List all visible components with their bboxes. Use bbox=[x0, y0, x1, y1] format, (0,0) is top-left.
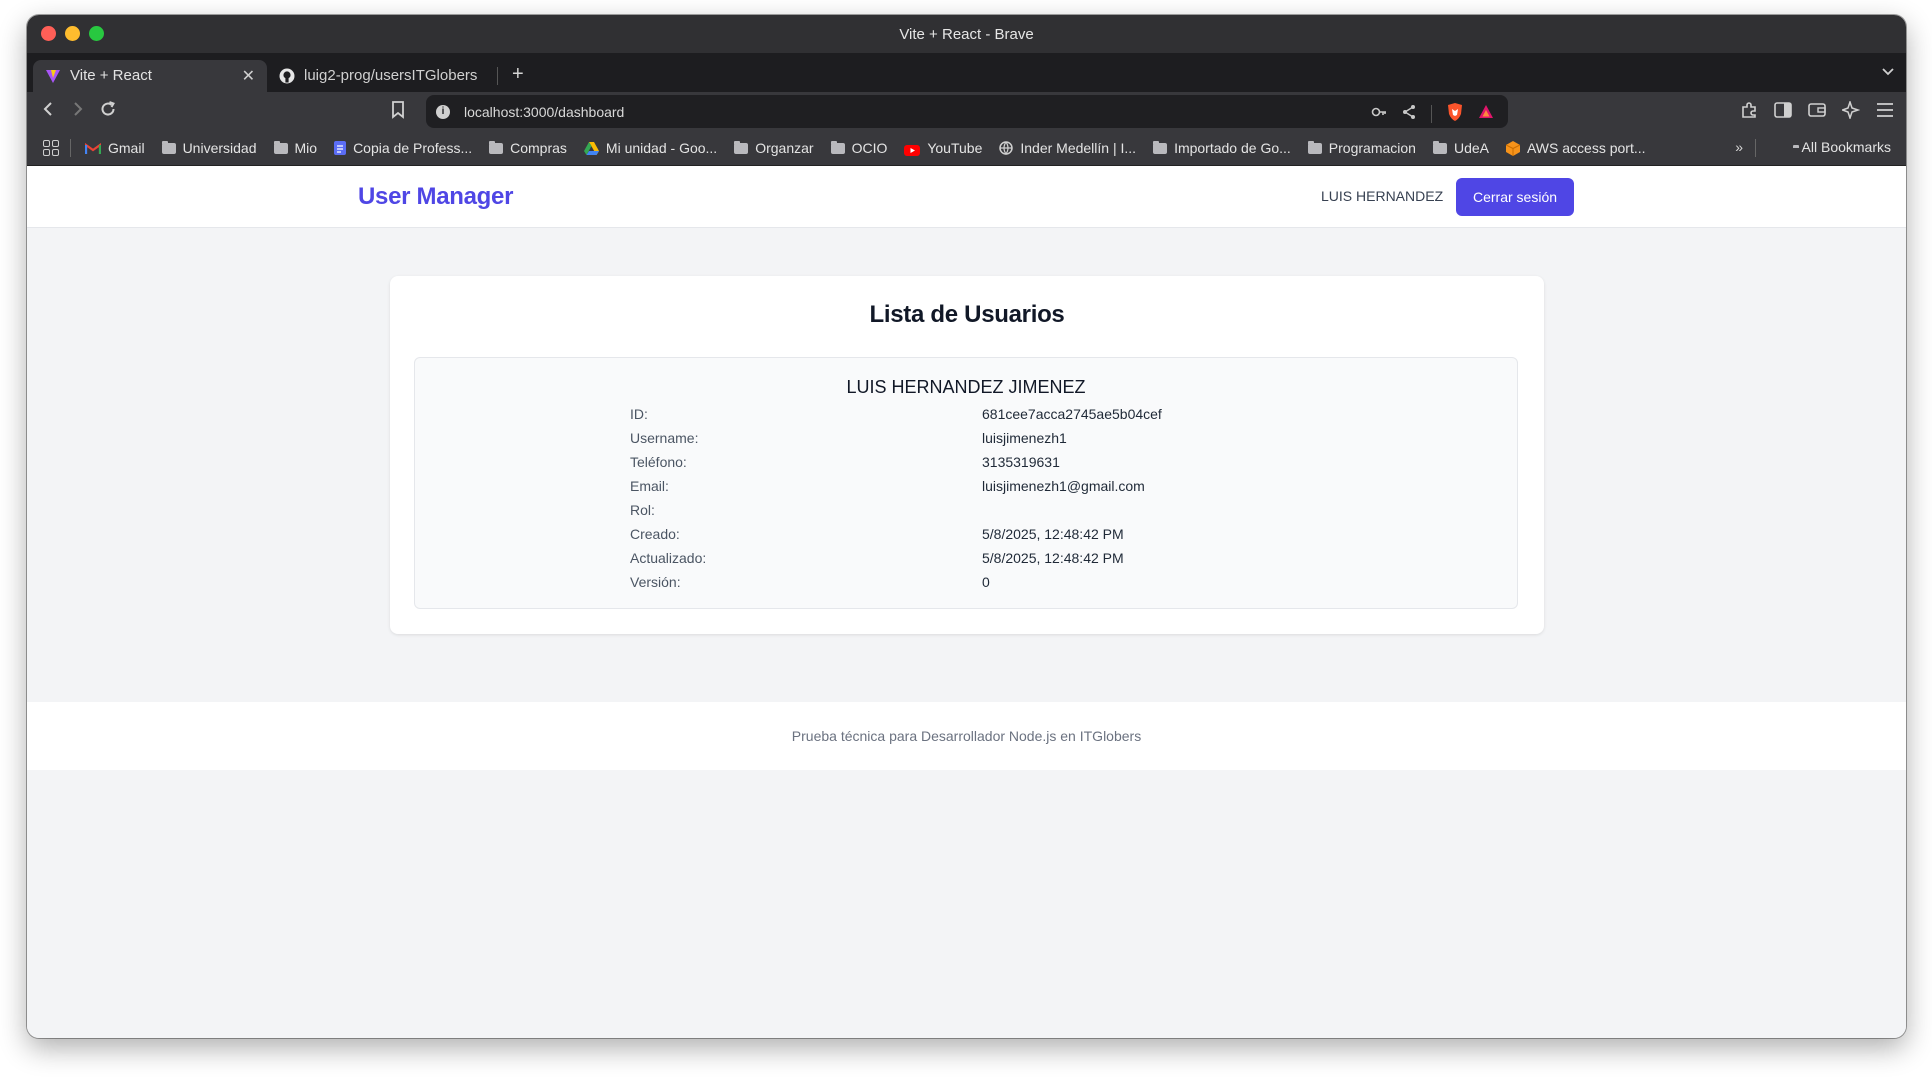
extensions-icon[interactable] bbox=[1740, 101, 1758, 124]
apps-grid-icon[interactable] bbox=[43, 140, 59, 156]
field-value-id: 681cee7acca2745ae5b04cef bbox=[982, 406, 1162, 422]
forward-icon[interactable] bbox=[63, 100, 93, 123]
url-divider bbox=[1431, 104, 1432, 123]
footer-text: Prueba técnica para Desarrollador Node.j… bbox=[791, 728, 1142, 744]
site-info-icon[interactable]: i bbox=[436, 104, 450, 119]
reload-icon[interactable] bbox=[93, 100, 123, 124]
users-list-card: Lista de Usuarios LUIS HERNANDEZ JIMENEZ… bbox=[390, 276, 1544, 634]
bookmarks-bar: Gmail Universidad Mio Copia de Profess..… bbox=[27, 131, 1906, 166]
field-value-email: luisjimenezh1@gmail.com bbox=[982, 478, 1145, 494]
address-bar[interactable]: i localhost:3000/dashboard bbox=[426, 95, 1508, 128]
bookmark-importado-de-go[interactable]: Importado de Go... bbox=[1153, 140, 1291, 156]
new-tab-icon[interactable]: + bbox=[512, 63, 524, 86]
page-footer: Prueba técnica para Desarrollador Node.j… bbox=[27, 702, 1906, 770]
bookmark-organzar[interactable]: Organzar bbox=[734, 140, 814, 156]
more-bookmarks-chevron-icon[interactable]: » bbox=[1735, 139, 1743, 155]
bookmark-youtube[interactable]: YouTube bbox=[904, 140, 982, 156]
drive-icon bbox=[583, 141, 599, 155]
bookmark-mio[interactable]: Mio bbox=[273, 140, 317, 156]
close-window-button[interactable] bbox=[41, 26, 56, 41]
field-value-telefono: 3135319631 bbox=[982, 454, 1060, 470]
tab-list-chevron-icon[interactable] bbox=[1882, 63, 1894, 79]
field-value-version: 0 bbox=[982, 574, 990, 590]
github-favicon-icon bbox=[279, 68, 295, 84]
folder-icon bbox=[1153, 140, 1168, 154]
back-icon[interactable] bbox=[33, 100, 63, 123]
field-value-creado: 5/8/2025, 12:48:42 PM bbox=[982, 526, 1124, 542]
field-value-username: luisjimenezh1 bbox=[982, 430, 1067, 446]
doc-icon bbox=[334, 141, 347, 155]
bookmark-udea[interactable]: UdeA bbox=[1432, 140, 1489, 156]
menu-icon[interactable] bbox=[1876, 103, 1894, 122]
folder-icon bbox=[273, 140, 288, 154]
password-key-icon[interactable] bbox=[1371, 104, 1387, 123]
bookmark-gmail[interactable]: Gmail bbox=[84, 140, 145, 156]
brave-shields-icon[interactable] bbox=[1446, 102, 1464, 125]
youtube-icon bbox=[904, 143, 921, 156]
bookmark-mi-unidad[interactable]: Mi unidad - Goo... bbox=[583, 140, 717, 156]
bookmark-copia-de-profess[interactable]: Copia de Profess... bbox=[334, 140, 472, 156]
bookmark-page-icon[interactable] bbox=[391, 101, 405, 124]
app-navbar: User Manager LUIS HERNANDEZ Cerrar sesió… bbox=[27, 166, 1906, 228]
field-label-email: Email: bbox=[630, 478, 669, 494]
field-value-actualizado: 5/8/2025, 12:48:42 PM bbox=[982, 550, 1124, 566]
window-controls bbox=[41, 26, 104, 41]
bookmark-universidad[interactable]: Universidad bbox=[161, 140, 257, 156]
user-card: LUIS HERNANDEZ JIMENEZ ID: 681cee7acca27… bbox=[414, 357, 1518, 609]
gmail-icon bbox=[84, 142, 102, 154]
folder-icon bbox=[489, 140, 504, 154]
share-icon[interactable] bbox=[1401, 104, 1417, 123]
maximize-window-button[interactable] bbox=[89, 26, 104, 41]
browser-toolbar: i localhost:3000/dashboard bbox=[27, 92, 1906, 131]
folder-icon bbox=[734, 140, 749, 154]
field-label-username: Username: bbox=[630, 430, 699, 446]
field-label-version: Versión: bbox=[630, 574, 681, 590]
brand-logo[interactable]: User Manager bbox=[358, 183, 513, 211]
all-bookmarks-button[interactable]: All Bookmarks bbox=[1792, 139, 1891, 155]
page-title: Lista de Usuarios bbox=[869, 301, 1065, 328]
tab-strip: Vite + React ✕ luig2-prog/usersITGlobers… bbox=[27, 53, 1906, 92]
leo-ai-icon[interactable] bbox=[1840, 99, 1861, 124]
page-viewport: User Manager LUIS HERNANDEZ Cerrar sesió… bbox=[27, 166, 1906, 1038]
brave-rewards-icon[interactable] bbox=[1478, 104, 1494, 123]
field-label-actualizado: Actualizado: bbox=[630, 550, 707, 566]
bookmark-programacion[interactable]: Programacion bbox=[1307, 140, 1416, 156]
folder-icon bbox=[1432, 140, 1447, 154]
tab-label: Vite + React bbox=[70, 67, 152, 84]
folder-icon bbox=[830, 140, 845, 154]
tab-divider bbox=[497, 66, 498, 85]
bookmark-inder-medellin[interactable]: Inder Medellín | I... bbox=[999, 140, 1136, 156]
folder-icon bbox=[161, 140, 176, 154]
title-bar: Vite + React - Brave bbox=[27, 15, 1906, 53]
tab-label: luig2-prog/usersITGlobers bbox=[304, 67, 478, 84]
vite-favicon-icon bbox=[45, 68, 61, 84]
logout-button[interactable]: Cerrar sesión bbox=[1456, 178, 1574, 216]
bookmark-aws-access-portal[interactable]: AWS access port... bbox=[1505, 140, 1646, 156]
globe-icon bbox=[999, 141, 1014, 156]
aws-icon bbox=[1505, 140, 1521, 156]
browser-window: Vite + React - Brave Vite + React ✕ luig… bbox=[27, 15, 1906, 1038]
wallet-icon[interactable] bbox=[1808, 102, 1826, 123]
folder-icon bbox=[1307, 140, 1322, 154]
tab-vite-react[interactable]: Vite + React ✕ bbox=[33, 59, 267, 92]
bookmarks-divider bbox=[1755, 139, 1756, 157]
minimize-window-button[interactable] bbox=[65, 26, 80, 41]
bookmarks-divider bbox=[70, 139, 71, 157]
toolbar-right-actions bbox=[1740, 99, 1894, 124]
field-label-id: ID: bbox=[630, 406, 648, 422]
sidebar-toggle-icon[interactable] bbox=[1774, 102, 1792, 123]
tab-github-repo[interactable]: luig2-prog/usersITGlobers bbox=[267, 60, 497, 92]
bookmark-compras[interactable]: Compras bbox=[489, 140, 567, 156]
address-bar-actions bbox=[1371, 102, 1494, 125]
url-text: localhost:3000/dashboard bbox=[464, 103, 625, 120]
tab-close-icon[interactable]: ✕ bbox=[242, 66, 255, 86]
field-label-creado: Creado: bbox=[630, 526, 680, 542]
current-user-name: LUIS HERNANDEZ bbox=[1321, 188, 1444, 204]
window-title: Vite + React - Brave bbox=[899, 25, 1034, 43]
user-full-name: LUIS HERNANDEZ JIMENEZ bbox=[846, 377, 1086, 397]
field-label-rol: Rol: bbox=[630, 502, 655, 518]
bookmark-ocio[interactable]: OCIO bbox=[830, 140, 887, 156]
field-label-telefono: Teléfono: bbox=[630, 454, 687, 470]
